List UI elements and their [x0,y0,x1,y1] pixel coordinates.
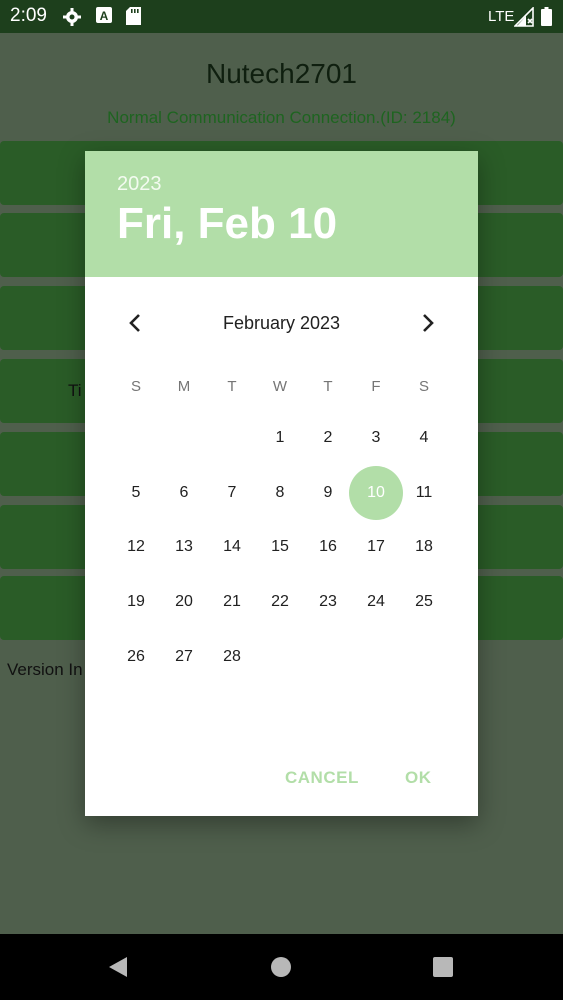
svg-text:A: A [100,9,109,23]
version-info: Version In [7,660,83,679]
calendar-day[interactable]: 18 [397,520,451,574]
signal-icon [513,6,534,32]
date-picker-header: 2023 Fri, Feb 10 [85,151,478,277]
next-month-button[interactable] [409,305,445,341]
calendar-day[interactable]: 2 [301,411,355,465]
network-type: LTE [488,8,515,25]
ok-button[interactable]: OK [405,768,432,788]
home-circle-icon [271,957,291,977]
calendar-day[interactable]: 7 [205,466,259,520]
calendar-day[interactable]: 13 [157,520,211,574]
calendar-day[interactable]: 6 [157,466,211,520]
navigation-bar [0,934,563,1000]
header-selected-date[interactable]: Fri, Feb 10 [117,199,337,249]
calendar-day[interactable]: 14 [205,520,259,574]
calendar-day[interactable]: 16 [301,520,355,574]
weekday-label: T [227,378,237,395]
header-year[interactable]: 2023 [117,173,162,196]
calendar-day[interactable]: 8 [253,466,307,520]
status-time: 2:09 [10,5,47,26]
recents-button[interactable] [433,957,453,982]
calendar-day[interactable]: 15 [253,520,307,574]
calendar-day[interactable]: 24 [349,575,403,629]
calendar-day[interactable]: 25 [397,575,451,629]
weekday-label: S [130,378,141,395]
calendar-day[interactable]: 21 [205,575,259,629]
weekday-label: T [323,378,333,395]
app-button-label: Ti [68,381,82,400]
weekday-label: M [177,378,191,395]
calendar-day[interactable]: 11 [397,466,451,520]
calendar-day[interactable]: 1 [253,411,307,465]
calendar-day[interactable]: 17 [349,520,403,574]
calendar-day[interactable]: 3 [349,411,403,465]
app-title: Nutech2701 [205,58,357,89]
weekday-label: W [272,378,288,395]
calendar-day[interactable]: 5 [109,466,163,520]
calendar-day[interactable]: 26 [109,630,163,684]
battery-icon [541,7,552,31]
home-button[interactable] [271,957,291,982]
calendar-day[interactable]: 28 [205,630,259,684]
calendar-day[interactable]: 4 [397,411,451,465]
cancel-button[interactable]: CANCEL [285,768,359,788]
weekday-label: F [371,378,381,395]
back-button[interactable] [107,956,129,983]
calendar-day[interactable]: 20 [157,575,211,629]
chevron-right-icon [423,314,434,332]
calendar-day-selected[interactable]: 10 [349,466,403,520]
recents-square-icon [433,957,453,977]
status-bar: 2:09 A LTE [0,0,563,33]
gear-icon [62,7,82,32]
sd-card-icon [126,7,141,30]
a-notification-icon: A [96,7,112,28]
calendar-day[interactable]: 23 [301,575,355,629]
back-triangle-icon [109,957,127,977]
date-picker-dialog: 2023 Fri, Feb 10 February 2023 SMTWTFS 1… [85,151,478,816]
weekday-label: S [418,378,429,395]
calendar-day[interactable]: 27 [157,630,211,684]
connection-status: Normal Communication Connection.(ID: 218… [107,108,456,127]
calendar-day[interactable]: 9 [301,466,355,520]
calendar-day[interactable]: 22 [253,575,307,629]
calendar-day[interactable]: 19 [109,575,163,629]
calendar-day[interactable]: 12 [109,520,163,574]
